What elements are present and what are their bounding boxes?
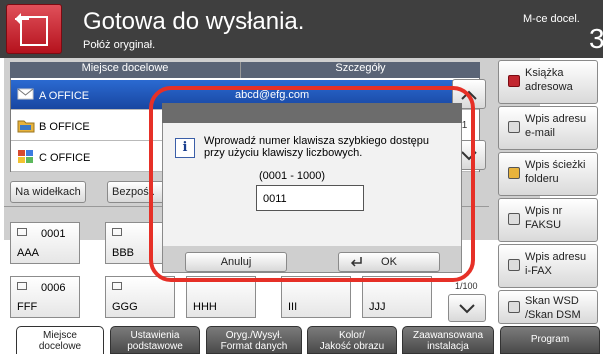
- destination-count-value: 3: [589, 23, 603, 54]
- page-indicator: 1/100: [455, 281, 478, 291]
- key-name: FFF: [17, 301, 38, 313]
- page-subtitle: Połóż oryginał.: [83, 39, 156, 51]
- fax-number-button[interactable]: Wpis nr FAKSU: [498, 198, 598, 242]
- row-name: A OFFICE: [39, 90, 90, 102]
- page-title: Gotowa do wysłania.: [83, 8, 305, 35]
- email-icon: [17, 228, 27, 236]
- tab-original-format[interactable]: Oryg./Wysył. Format danych: [206, 326, 302, 354]
- tab-destination[interactable]: Miejsce docelowe: [16, 326, 104, 354]
- wsd-scan-label: Skan WSD/Skan DSM: [525, 295, 581, 321]
- destination-count-label: M-ce docel.: [523, 13, 580, 25]
- key-name: GGG: [112, 301, 138, 313]
- ifax-icon: [508, 259, 520, 271]
- cancel-button[interactable]: Anuluj: [185, 252, 287, 272]
- one-touch-key[interactable]: 0001 AAA: [10, 222, 80, 264]
- fax-number-label: Wpis nr FAKSU: [525, 205, 563, 231]
- key-name: AAA: [17, 247, 40, 259]
- ifax-address-label: Wpis adresu i-FAX: [525, 251, 587, 277]
- folder-path-button[interactable]: Wpis ścieżki folderu: [498, 152, 598, 196]
- key-name: HHH: [193, 301, 217, 313]
- email-icon: [112, 228, 122, 236]
- tab-basic-settings[interactable]: Ustawienia podstawowe: [110, 326, 200, 354]
- key-number: 0001: [41, 228, 66, 240]
- ok-label: OK: [381, 256, 397, 268]
- tab-advanced-setup[interactable]: Zaawansowana instalacja: [402, 326, 494, 354]
- tab-program[interactable]: Program: [500, 326, 600, 354]
- folder-icon: [508, 167, 520, 179]
- info-icon: i: [175, 138, 195, 158]
- tab-color-quality[interactable]: Kolor/Jakość obrazu: [307, 326, 397, 354]
- scan-icon: [508, 301, 520, 313]
- email-entry-label: Wpis adresu e-mail: [525, 113, 587, 139]
- address-book-icon: [508, 75, 520, 87]
- email-icon: [17, 86, 35, 102]
- key-name: JJJ: [369, 301, 386, 313]
- down-arrow-icon: [459, 304, 475, 314]
- row-name: C OFFICE: [39, 152, 91, 164]
- column-header-details: Szczegóły: [240, 62, 480, 78]
- row-name: B OFFICE: [39, 121, 90, 133]
- page-down-button[interactable]: [448, 294, 486, 322]
- email-icon: [508, 121, 520, 133]
- folder-path-label: Wpis ścieżki folderu: [525, 159, 586, 185]
- dialog-message: Wprowadź numer klawisza szybkiego dostęp…: [204, 135, 429, 159]
- wsd-scan-button[interactable]: Skan WSD/Skan DSM: [498, 290, 598, 324]
- dialog-title-bar: [162, 103, 462, 123]
- enter-icon: [349, 255, 363, 275]
- folder-icon: [17, 117, 35, 133]
- one-touch-key[interactable]: III: [281, 276, 351, 318]
- one-touch-key[interactable]: GGG: [105, 276, 175, 318]
- email-icon: [17, 282, 27, 290]
- address-book-button[interactable]: Książka adresowa: [498, 60, 598, 104]
- ok-button[interactable]: OK: [338, 252, 440, 272]
- on-hook-button[interactable]: Na widełkach: [10, 181, 86, 203]
- column-header-destination: Miejsce docelowe: [81, 62, 169, 74]
- quick-dial-number-input[interactable]: 0011: [256, 185, 364, 211]
- ifax-address-button[interactable]: Wpis adresu i-FAX: [498, 244, 598, 288]
- fax-icon: [508, 213, 520, 225]
- key-number: 0006: [41, 282, 66, 294]
- one-touch-key[interactable]: HHH: [186, 276, 256, 318]
- group-icon: [17, 148, 35, 164]
- key-name: III: [288, 301, 298, 313]
- home-icon[interactable]: [6, 4, 62, 54]
- address-book-label: Książka adresowa: [525, 67, 573, 93]
- dialog-range: (0001 - 1000): [259, 170, 326, 182]
- email-icon: [112, 282, 122, 290]
- one-touch-key[interactable]: JJJ: [362, 276, 432, 318]
- email-entry-button[interactable]: Wpis adresu e-mail: [498, 106, 598, 150]
- key-name: BBB: [112, 247, 135, 259]
- one-touch-key[interactable]: 0006 FFF: [10, 276, 80, 318]
